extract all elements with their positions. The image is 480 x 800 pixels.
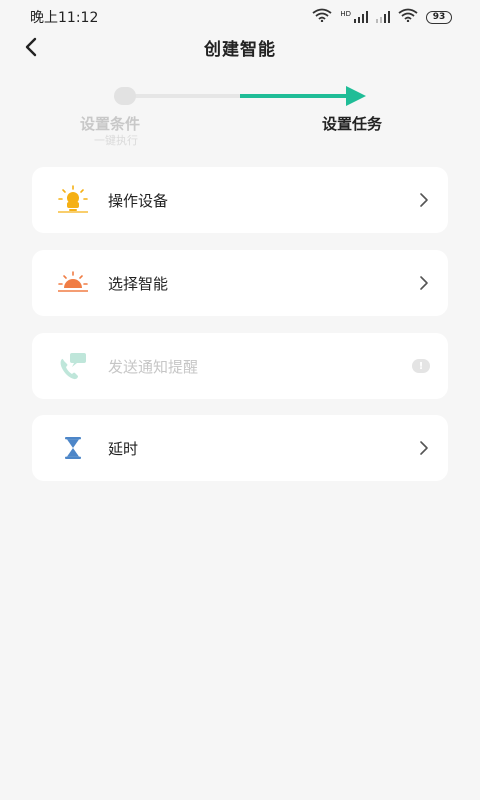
hd-label: HD: [340, 10, 351, 18]
step2-arrow-icon: [346, 86, 366, 106]
wifi-icon: [312, 8, 332, 26]
page-title: 创建智能: [204, 39, 276, 60]
header: 创建智能: [0, 30, 480, 64]
chevron-right-icon: [416, 440, 432, 456]
task-item-select-smart[interactable]: 选择智能: [32, 250, 448, 316]
step-connector-inactive: [132, 94, 242, 98]
info-badge: !: [412, 359, 430, 373]
task-label: 操作设备: [108, 191, 169, 210]
task-label: 选择智能: [108, 274, 169, 293]
wifi-icon: [398, 8, 418, 26]
battery-level: 93: [432, 12, 446, 22]
step1-sublabel: 一键执行: [94, 134, 138, 147]
step1-dot: [114, 87, 136, 105]
battery-icon: 93: [426, 10, 452, 24]
step2-label: 设置任务: [322, 115, 383, 133]
status-icons: HD 93: [312, 8, 452, 26]
task-label: 发送通知提醒: [108, 357, 199, 376]
task-item-operate-device[interactable]: 操作设备: [32, 167, 448, 233]
step-connector-active: [240, 94, 352, 98]
sunrise-icon: [54, 264, 92, 302]
chevron-left-icon[interactable]: [18, 34, 44, 60]
status-time: 晚上11:12: [30, 10, 99, 26]
chevron-right-icon: [416, 275, 432, 291]
status-bar: 晚上11:12 HD 93: [0, 0, 480, 34]
signal-icon: [376, 11, 390, 23]
hourglass-icon: [54, 429, 92, 467]
bulb-icon: [54, 181, 92, 219]
signal-icon: HD: [340, 11, 368, 23]
phone-message-icon: [54, 347, 92, 385]
task-item-send-notification: 发送通知提醒 !: [32, 333, 448, 399]
task-label: 延时: [108, 439, 139, 458]
task-item-delay[interactable]: 延时: [32, 415, 448, 481]
step-indicator: 设置条件 一键执行 设置任务: [0, 80, 480, 150]
chevron-right-icon: [416, 192, 432, 208]
step1-label: 设置条件: [80, 115, 141, 133]
